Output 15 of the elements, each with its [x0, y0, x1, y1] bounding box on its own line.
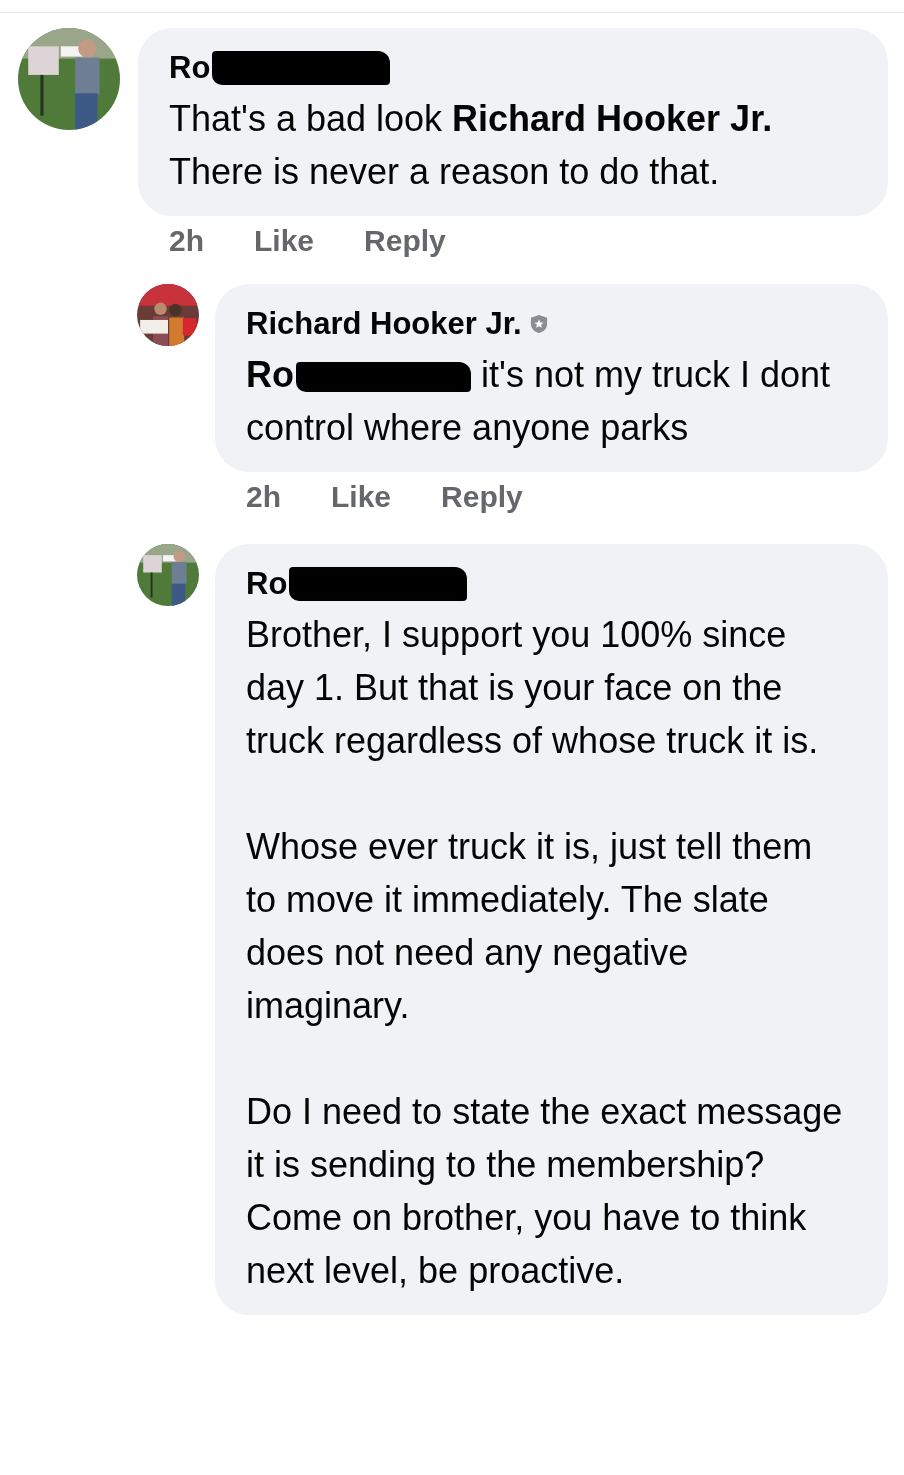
comment-text: That's a bad look Richard Hooker Jr. There is never a reason to do that.: [169, 97, 774, 194]
action-link[interactable]: Reply: [441, 480, 523, 514]
author-name[interactable]: Ro: [169, 50, 211, 86]
comment-text: Brother, I support you 100% since day 1. But that is your face on the truck regardless of whose truck it is.: [246, 613, 820, 763]
timestamp: 2h: [246, 480, 281, 514]
comment-text: Do I need to state the exact message it is sending to the membership? Come on brother, you have to think next level, be proactive.: [246, 1090, 844, 1293]
timestamp: 2h: [169, 224, 204, 258]
action-link[interactable]: Reply: [364, 224, 446, 258]
mention-link[interactable]: Ro: [246, 354, 294, 395]
action-link[interactable]: Like: [331, 480, 392, 514]
comment-text: Ro it's not my truck I dont control where anyone parks: [246, 353, 831, 450]
author-name[interactable]: Richard Hooker Jr.: [246, 306, 522, 342]
author-name[interactable]: Ro: [246, 566, 288, 602]
action-link[interactable]: Like: [254, 224, 315, 258]
comment-text: Whose ever truck it is, just tell them to move it immediately. The slate does not need any negative imaginary.: [246, 825, 814, 1028]
